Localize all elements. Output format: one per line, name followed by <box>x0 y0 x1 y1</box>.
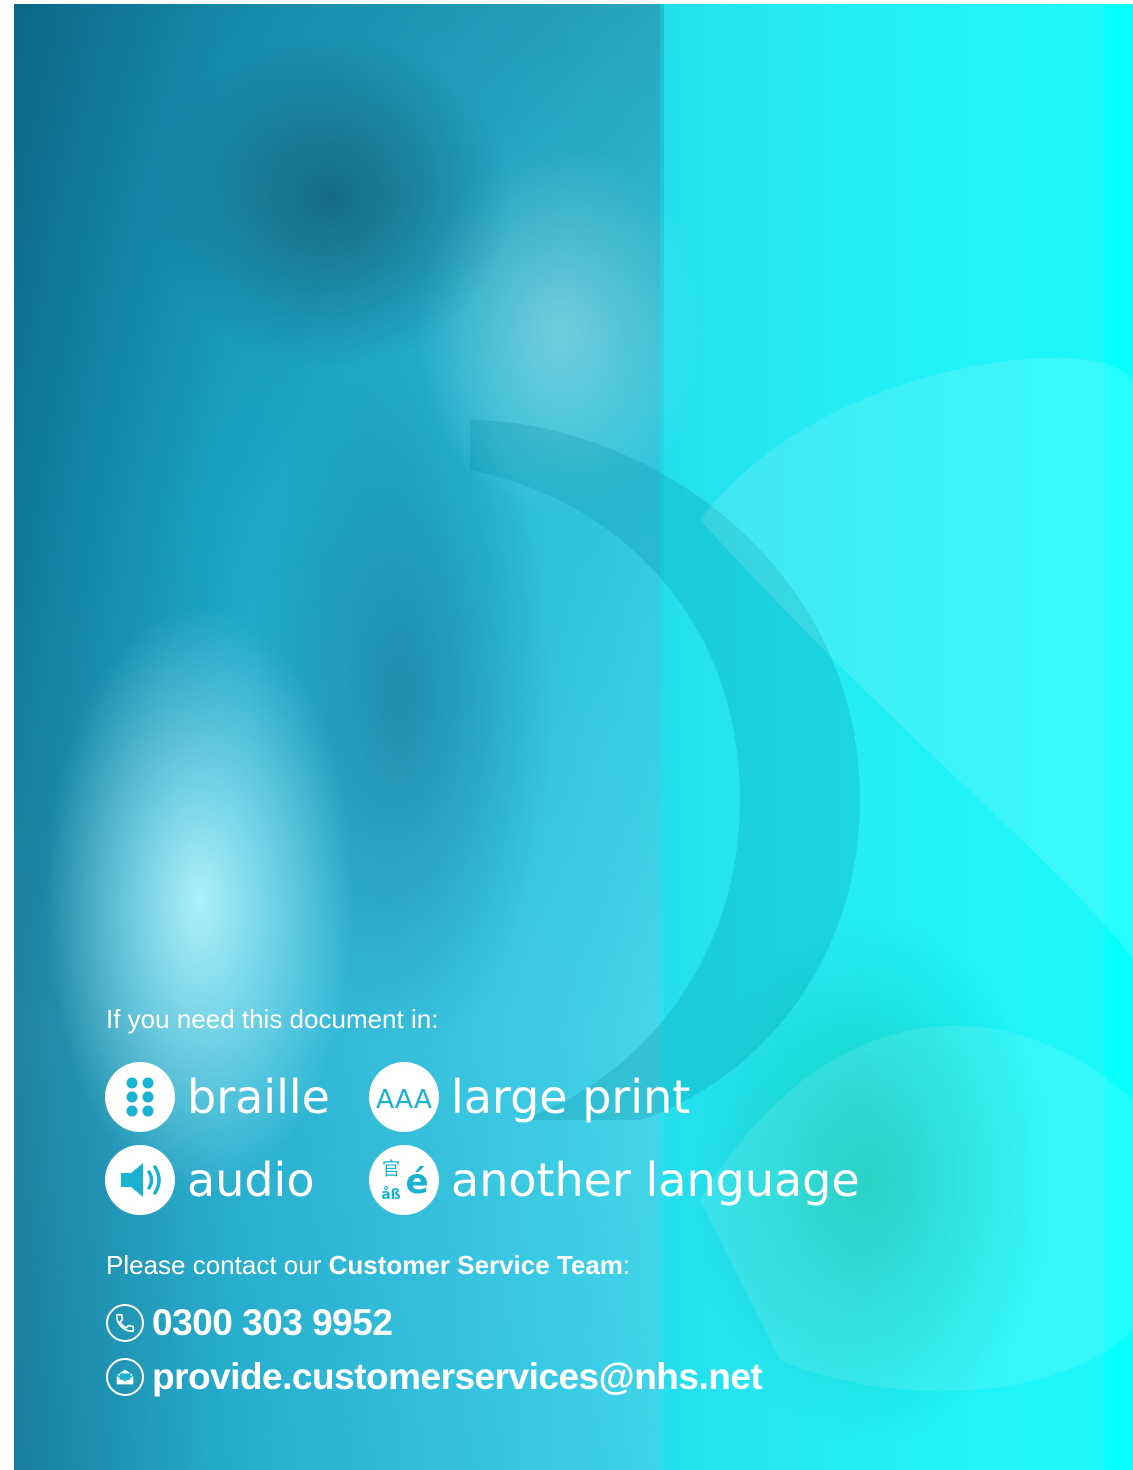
phone-icon <box>106 1304 144 1342</box>
language-glyph-top: 官 <box>382 1159 400 1180</box>
braille-icon <box>105 1062 175 1132</box>
format-label: another language <box>451 1153 860 1207</box>
contact-suffix: : <box>622 1250 631 1280</box>
format-audio: audio <box>105 1145 314 1215</box>
language-glyph-bottom: åß <box>381 1186 401 1203</box>
email-line: provide.customerservices@nhs.net <box>106 1356 763 1398</box>
format-braille: braille <box>105 1062 330 1132</box>
contact-team: Customer Service Team <box>328 1250 623 1280</box>
format-label: large print <box>451 1070 691 1124</box>
language-glyph-main: é <box>405 1162 428 1202</box>
phone-number[interactable]: 0300 303 9952 <box>152 1302 393 1344</box>
email-icon <box>106 1358 144 1396</box>
language-icon: 官 åß é <box>369 1145 439 1215</box>
format-label: audio <box>187 1153 315 1207</box>
audio-speaker-icon <box>105 1145 175 1215</box>
phone-line: 0300 303 9952 <box>106 1302 393 1344</box>
email-address[interactable]: provide.customerservices@nhs.net <box>152 1356 763 1398</box>
large-print-glyphs: AAA <box>376 1085 432 1115</box>
contact-prefix: Please contact our <box>106 1250 329 1280</box>
format-large-print: AAA large print <box>369 1062 690 1132</box>
large-print-icon: AAA <box>369 1062 439 1132</box>
contact-text: Please contact our Customer Service Team… <box>106 1250 630 1281</box>
format-another-language: 官 åß é another language <box>369 1145 860 1215</box>
format-label: braille <box>187 1070 330 1124</box>
accessibility-info: If you need this document in: braille AA… <box>0 0 1133 1470</box>
intro-text: If you need this document in: <box>106 1004 439 1034</box>
